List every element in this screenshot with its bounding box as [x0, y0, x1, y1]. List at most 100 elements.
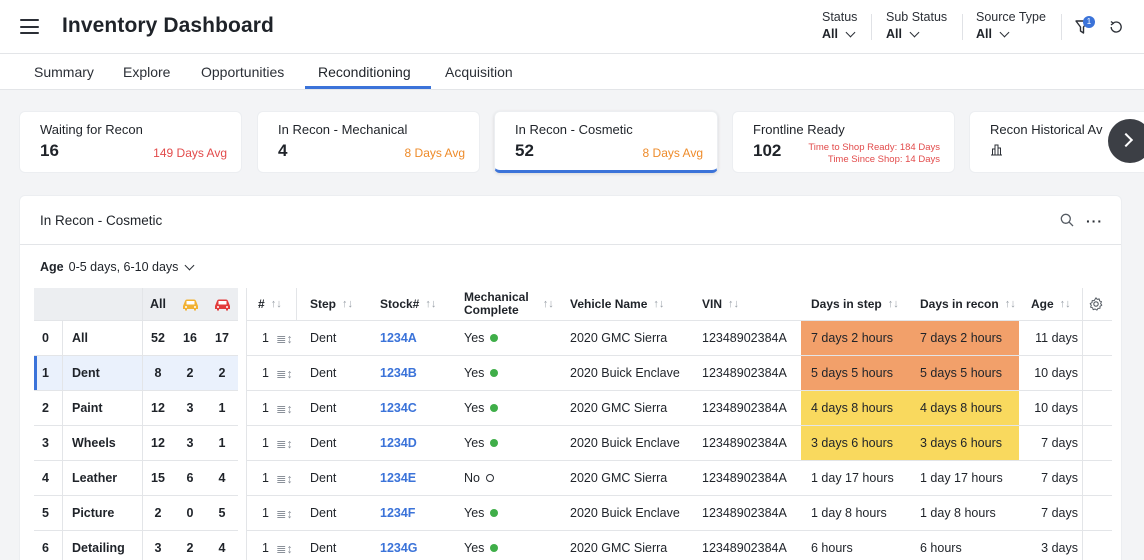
table-row[interactable]: 1 ≣↕ Dent 1234E No 2020 GMC Sierra 12348902384…: [246, 461, 1112, 496]
stock-link[interactable]: 1234F: [380, 496, 415, 530]
vehicle-name-cell: 2020 GMC Sierra: [570, 471, 668, 485]
list-item[interactable]: 5 Picture 2 0 5: [34, 496, 238, 531]
step-cell: Dent: [310, 506, 337, 520]
more-options-icon[interactable]: ···: [1086, 213, 1103, 229]
card-waiting-for-recon[interactable]: Waiting for Recon 16 149 Days Avg: [19, 111, 242, 173]
step-name: Picture: [72, 506, 115, 520]
reorder-icon[interactable]: ≣↕: [276, 541, 293, 556]
card-frontline-ready[interactable]: Frontline Ready 102 Time to Shop Ready: …: [732, 111, 955, 173]
col-step[interactable]: Step ↑↓: [310, 288, 353, 320]
col-days-in-recon[interactable]: Days in recon ↑↓: [920, 288, 1016, 320]
reorder-icon[interactable]: ≣↕: [276, 471, 293, 486]
car-icon-red: [206, 288, 238, 320]
vehicle-name-cell: 2020 GMC Sierra: [570, 331, 668, 345]
step-cell: Dent: [310, 541, 337, 555]
list-item[interactable]: 3 Wheels 12 3 1: [34, 426, 238, 461]
card-in-recon-cosmetic[interactable]: In Recon - Cosmetic 52 8 Days Avg: [494, 111, 718, 173]
active-tab-indicator: [305, 86, 431, 89]
reorder-icon[interactable]: ≣↕: [276, 506, 293, 521]
tab-reconditioning[interactable]: Reconditioning: [318, 64, 411, 80]
menu-icon[interactable]: [20, 19, 39, 34]
source-type-filter[interactable]: Source Type All: [976, 10, 1046, 41]
days-in-step-cell: 4 days 8 hours: [801, 391, 910, 425]
list-item[interactable]: 0 All 52 16 17: [34, 321, 238, 356]
reorder-icon[interactable]: ≣↕: [276, 331, 293, 346]
count-yellow: 16: [183, 331, 197, 345]
divider: [20, 244, 1121, 245]
tab-opportunities[interactable]: Opportunities: [201, 64, 284, 80]
age-filter[interactable]: Age 0-5 days, 6-10 days: [40, 260, 195, 274]
count-red: 1: [218, 401, 226, 415]
sort-icon: ↑↓: [342, 298, 354, 310]
mechanical-complete-cell: Yes: [464, 321, 499, 355]
step-name: All: [72, 331, 88, 345]
search-icon[interactable]: [1060, 213, 1074, 227]
count-all: 12: [151, 401, 165, 415]
tab-explore[interactable]: Explore: [123, 64, 170, 80]
status-dot-icon: [490, 334, 499, 342]
stock-link[interactable]: 1234A: [380, 321, 417, 355]
card-in-recon-mechanical[interactable]: In Recon - Mechanical 4 8 Days Avg: [257, 111, 480, 173]
age-cell: 7 days: [1041, 436, 1078, 450]
status-dot-icon: [490, 544, 499, 552]
row-index: 4: [42, 471, 49, 485]
col-days-in-step[interactable]: Days in step ↑↓: [811, 288, 899, 320]
step-name: Detailing: [72, 541, 125, 555]
status-dot-icon: [490, 509, 499, 517]
list-item[interactable]: 2 Paint 12 3 1: [34, 391, 238, 426]
col-mechanical-complete[interactable]: Mechanical Complete ↑↓: [464, 288, 554, 320]
count-red: 4: [218, 541, 226, 555]
reorder-icon[interactable]: ≣↕: [276, 436, 293, 451]
days-in-recon-cell: 5 days 5 hours: [910, 356, 1019, 390]
status-filter[interactable]: Status All: [822, 10, 857, 41]
reorder-icon[interactable]: ≣↕: [276, 401, 293, 416]
days-in-step-cell: 7 days 2 hours: [801, 321, 910, 355]
vehicle-name-cell: 2020 Buick Enclave: [570, 506, 680, 520]
cards-next-button[interactable]: [1108, 119, 1144, 163]
days-in-recon-cell: 3 days 6 hours: [910, 426, 1019, 460]
sort-icon: ↑↓: [1059, 298, 1071, 310]
mechanical-complete-cell: Yes: [464, 356, 499, 390]
col-all: All: [150, 297, 166, 311]
refresh-icon[interactable]: [1108, 19, 1124, 35]
table-row[interactable]: 1 ≣↕ Dent 1234G Yes 2020 GMC Sierra 1234890238…: [246, 531, 1112, 560]
count-all: 12: [151, 436, 165, 450]
divider: [1061, 14, 1062, 40]
count-red: 4: [218, 471, 226, 485]
age-cell: 11 days: [1035, 331, 1078, 345]
age-cell: 7 days: [1041, 471, 1078, 485]
list-item[interactable]: 6 Detailing 3 2 4: [34, 531, 238, 560]
panel-title: In Recon - Cosmetic: [40, 213, 163, 228]
stock-link[interactable]: 1234D: [380, 426, 417, 460]
col-vehicle-name[interactable]: Vehicle Name ↑↓: [570, 288, 664, 320]
table-row[interactable]: 1 ≣↕ Dent 1234C Yes 2020 GMC Sierra 1234890238…: [246, 391, 1112, 426]
count-yellow: 0: [186, 506, 194, 520]
tab-summary[interactable]: Summary: [34, 64, 94, 80]
vin-cell: 12348902384A: [702, 331, 787, 345]
col-number[interactable]: # ↑↓: [258, 288, 282, 320]
stock-link[interactable]: 1234C: [380, 391, 417, 425]
list-item[interactable]: 1 Dent 8 2 2: [34, 356, 238, 391]
sort-icon: ↑↓: [1004, 298, 1016, 310]
sort-icon: ↑↓: [653, 298, 665, 310]
list-item[interactable]: 4 Leather 15 6 4: [34, 461, 238, 496]
stock-link[interactable]: 1234G: [380, 531, 418, 560]
col-age[interactable]: Age ↑↓: [1031, 288, 1071, 320]
table-row[interactable]: 1 ≣↕ Dent 1234B Yes 2020 Buick Enclave 1234890…: [246, 356, 1112, 391]
count-yellow: 2: [186, 366, 194, 380]
tab-acquisition[interactable]: Acquisition: [445, 64, 513, 80]
table-row[interactable]: 1 ≣↕ Dent 1234D Yes 2020 Buick Enclave 1234890…: [246, 426, 1112, 461]
sort-icon: ↑↓: [425, 298, 437, 310]
chevron-down-icon: [999, 27, 1010, 37]
stock-link[interactable]: 1234B: [380, 356, 417, 390]
col-vin[interactable]: VIN ↑↓: [702, 288, 739, 320]
row-index: 1: [42, 366, 49, 380]
settings-gear-icon[interactable]: [1089, 288, 1103, 320]
sub-status-filter[interactable]: Sub Status All: [886, 10, 947, 41]
table-row[interactable]: 1 ≣↕ Dent 1234A Yes 2020 GMC Sierra 1234890238…: [246, 321, 1112, 356]
table-row[interactable]: 1 ≣↕ Dent 1234F Yes 2020 Buick Enclave 1234890…: [246, 496, 1112, 531]
days-in-step-cell: 1 day 17 hours: [811, 471, 894, 485]
col-stock[interactable]: Stock# ↑↓: [380, 288, 436, 320]
reorder-icon[interactable]: ≣↕: [276, 366, 293, 381]
stock-link[interactable]: 1234E: [380, 461, 416, 495]
